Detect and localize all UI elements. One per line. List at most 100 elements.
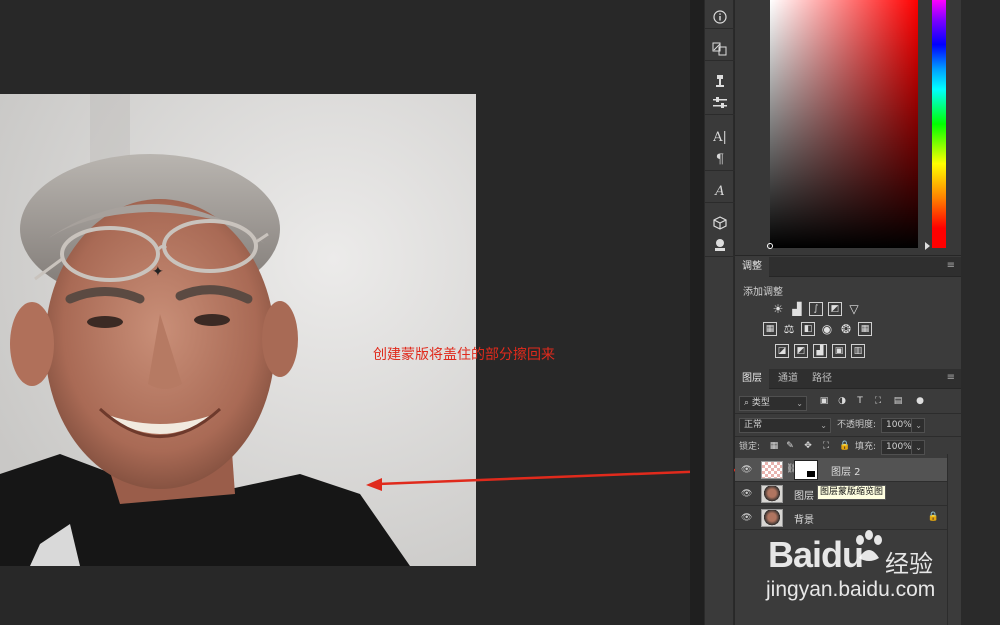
lock-label: 锁定: [739,442,761,452]
brush-presets-icon[interactable] [705,38,735,60]
paragraph-icon[interactable]: ¶ [705,148,735,170]
layer-name[interactable]: 图层 [794,487,814,502]
watermark-url: jingyan.baidu.com [766,578,936,601]
info-icon[interactable] [705,6,735,28]
tab-adjustments[interactable]: 调整 [735,257,769,277]
opacity-label: 不透明度: [837,420,877,430]
panel-menu-icon[interactable]: ≡ [947,373,955,383]
posterize-icon[interactable]: ◩ [794,344,808,358]
tool-group-info [705,6,735,29]
materials-icon[interactable] [705,234,735,256]
adjustment-row-3: ◪ ◩ ▟ ▣ ▥ [775,344,865,358]
tool-group-type: A| ¶ [705,126,735,171]
search-icon: ⌕ [744,398,750,408]
layer-thumbnail[interactable] [761,509,783,527]
layer-filter-bar: ⌕ 类型 ⌄ ▣ ◑ T ⛶ ▤ ● [735,392,961,414]
annotation-arrow [366,467,760,491]
chevron-down-icon: ⌄ [820,421,827,430]
color-field-marker[interactable] [767,243,773,249]
lock-all-icon[interactable]: 🔒 [839,441,850,451]
eye-icon[interactable]: 👁 [741,465,752,475]
chevron-down-icon: ⌄ [915,421,922,430]
watermark-jingyan: 经验 [885,550,933,578]
layer-row-layer-2[interactable]: 👁 ⛓ 图层 2 [735,458,947,482]
paw-logo-icon [854,530,884,569]
layers-panel-header: 图层 通道 路径 ≡ [735,369,961,389]
panel-menu-icon[interactable]: ≡ [947,261,955,271]
pixel-filter-icon[interactable]: ▣ [819,396,829,406]
channel-mixer-icon[interactable]: ❂ [839,322,853,336]
lock-transparent-icon[interactable]: ▦ [769,441,779,451]
selective-color-icon[interactable]: ▣ [832,344,846,358]
eye-icon[interactable]: 👁 [741,489,752,499]
tool-group-brush [705,38,735,61]
opacity-value: 100% [886,420,912,430]
hue-slider[interactable] [932,0,946,248]
smart-object-filter-icon[interactable]: ▤ [893,396,903,406]
gradient-map-icon[interactable]: ▥ [851,344,865,358]
layer-thumbnail[interactable] [761,461,783,479]
lock-position-icon[interactable]: ✥ [803,441,813,451]
filter-toggle-icon[interactable]: ● [915,396,925,406]
hue-slider-handle[interactable] [925,242,930,250]
adjustments-panel-header: 调整 ≡ [735,257,961,277]
panel-divider [690,0,704,625]
tab-paths[interactable]: 路径 [805,369,839,389]
properties-icon[interactable] [705,92,735,114]
adjustment-row-2: ▦ ⚖ ◧ ◉ ❂ ▦ [763,322,872,336]
blend-mode-value: 正常 [744,420,763,430]
color-field[interactable] [770,0,918,248]
3d-icon[interactable] [705,212,735,234]
fill-dropdown[interactable]: ⌄ [911,440,925,455]
chevron-down-icon: ⌄ [915,443,922,452]
layer-row-background[interactable]: 👁 背景 🔒 [735,506,947,530]
curves-icon[interactable]: ∫ [809,302,823,316]
fill-value: 100% [886,442,912,452]
layer-thumbnail[interactable] [761,485,783,503]
chevron-down-icon: ⌄ [796,399,803,408]
tooltip: 图层蒙版缩览图 [817,485,887,500]
glyphs-icon[interactable]: A [705,180,735,202]
adjustment-filter-icon[interactable]: ◑ [837,396,847,406]
tool-group-glyphs: A [705,180,735,203]
invert-icon[interactable]: ◪ [775,344,789,358]
color-lookup-icon[interactable]: ▦ [858,322,872,336]
clone-source-icon[interactable] [705,70,735,92]
right-edge-panel [961,0,1000,625]
shape-filter-icon[interactable]: ⛶ [873,396,883,406]
lock-fill-bar: 锁定: ▦ ✎ ✥ ⛶ 🔒 填充: 100% ⌄ [735,437,961,459]
baidu-jingyan-watermark: Baidu 经验 jingyan.baidu.com [760,530,960,610]
layer-mask-thumbnail[interactable] [794,460,818,480]
exposure-icon[interactable]: ◩ [828,302,842,316]
character-icon[interactable]: A| [705,126,735,148]
blend-mode-select[interactable]: 正常 ⌄ [739,418,831,433]
lock-image-icon[interactable]: ✎ [785,441,795,451]
add-adjustment-label: 添加调整 [743,287,783,298]
vibrance-icon[interactable]: ▽ [847,302,861,316]
hue-saturation-icon[interactable]: ▦ [763,322,777,336]
blend-opacity-bar: 正常 ⌄ 不透明度: 100% ⌄ [735,415,961,437]
threshold-icon[interactable]: ▟ [813,344,827,358]
layer-filter-select[interactable]: ⌕ 类型 ⌄ [739,396,807,411]
color-panel [735,0,961,256]
color-balance-icon[interactable]: ⚖ [782,322,796,336]
opacity-dropdown[interactable]: ⌄ [911,418,925,433]
layer-name[interactable]: 图层 2 [831,463,861,478]
eye-icon[interactable]: 👁 [741,513,752,523]
tool-group-clone [705,70,735,115]
tab-layers[interactable]: 图层 [735,369,769,389]
levels-icon[interactable]: ▟ [790,302,804,316]
tab-channels[interactable]: 通道 [771,369,805,389]
watermark-brand: Baidu [768,534,864,575]
collapsed-panel-strip: A| ¶ A [704,0,735,625]
canvas-area[interactable]: ✦ 创建蒙版将盖住的部分擦回来 [0,0,760,625]
layer-row-layer[interactable]: 👁 图层 图层蒙版缩览图 [735,482,947,506]
fill-label: 填充: [855,442,877,452]
black-white-icon[interactable]: ◧ [801,322,815,336]
layer-name[interactable]: 背景 [794,511,814,526]
photo-filter-icon[interactable]: ◉ [820,322,834,336]
brightness-contrast-icon[interactable]: ☀ [771,302,785,316]
adjustment-row-1: ☀ ▟ ∫ ◩ ▽ [771,302,861,316]
type-filter-icon[interactable]: T [855,396,865,406]
artboard-icon[interactable]: ⛶ [821,441,831,451]
